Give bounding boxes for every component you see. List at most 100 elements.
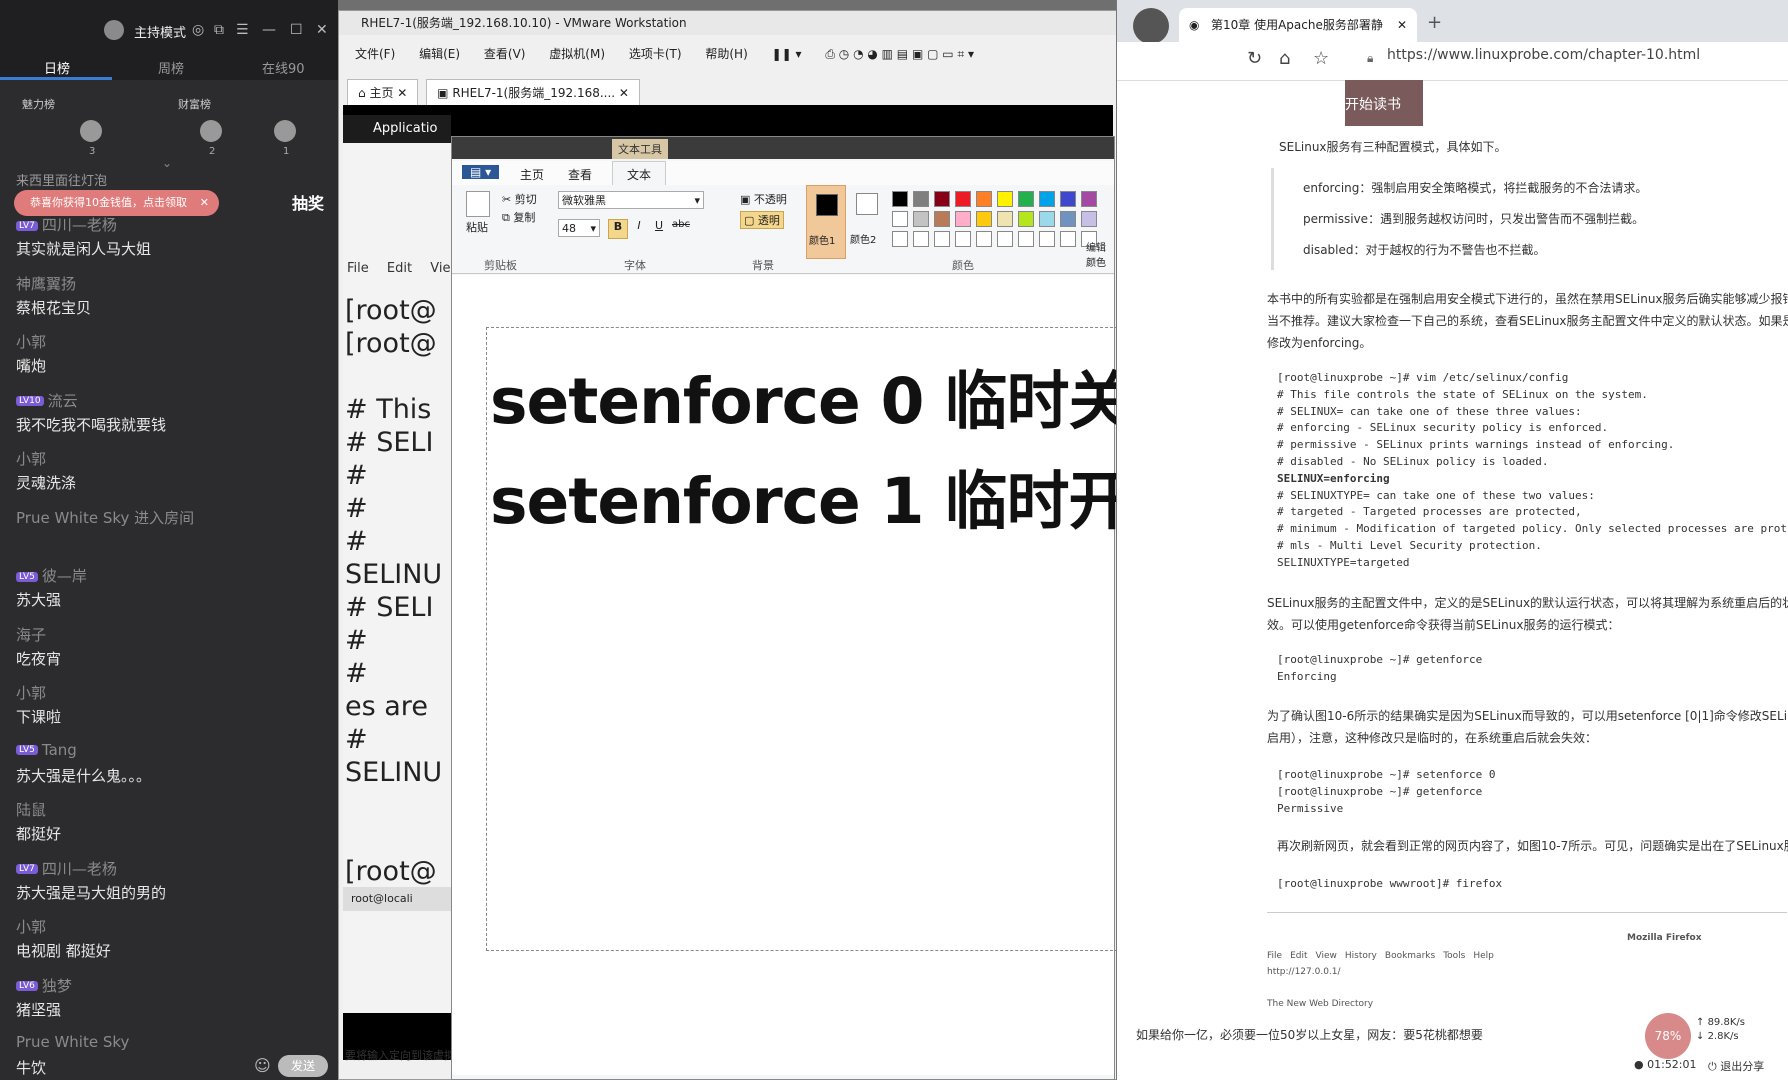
lock-icon[interactable]: 🔒︎ bbox=[1367, 51, 1373, 66]
rank-avatar-2[interactable] bbox=[200, 120, 222, 142]
tab-weekly[interactable]: 周榜 bbox=[158, 58, 184, 77]
author-name[interactable]: 海子 bbox=[16, 626, 46, 644]
paste-icon[interactable] bbox=[466, 191, 490, 217]
author-name[interactable]: 独梦 bbox=[42, 977, 72, 995]
color-swatch[interactable] bbox=[1018, 191, 1034, 207]
color-swatch[interactable] bbox=[976, 191, 992, 207]
pause-icon[interactable]: ❚❚ ▾ bbox=[772, 47, 802, 61]
cut-button[interactable]: ✂ 剪切 bbox=[502, 191, 537, 207]
color-swatch[interactable] bbox=[1018, 231, 1034, 247]
underline-button[interactable]: U bbox=[650, 219, 668, 237]
toast-close-icon[interactable]: ✕ bbox=[200, 190, 209, 216]
home-icon[interactable]: ⌂ bbox=[1279, 48, 1290, 69]
nav-item-5[interactable]: 技术干货 bbox=[1655, 94, 1711, 114]
rank-avatar-3[interactable] bbox=[80, 120, 102, 142]
gnome-applications-menu[interactable]: Applicatio bbox=[343, 115, 451, 143]
font-family-select[interactable]: 微软雅黑 ▾ bbox=[558, 191, 704, 209]
color-swatch[interactable] bbox=[1060, 211, 1076, 227]
color-swatch[interactable] bbox=[976, 231, 992, 247]
author-name[interactable]: 四川—老杨 bbox=[42, 216, 117, 234]
emoji-icon[interactable]: ☺ bbox=[254, 1056, 271, 1075]
author-name[interactable]: 彼—岸 bbox=[42, 567, 87, 585]
author-name[interactable]: 流云 bbox=[48, 392, 78, 410]
nav-item-6[interactable]: 投稿 bbox=[1739, 94, 1767, 114]
color-swatch[interactable] bbox=[997, 211, 1013, 227]
color1-button[interactable]: 颜色1 bbox=[806, 185, 846, 259]
profile-avatar[interactable] bbox=[1133, 8, 1169, 44]
share-icon[interactable]: ⧉ bbox=[214, 22, 224, 38]
collapse-chevron-icon[interactable]: ⌄ bbox=[162, 156, 172, 170]
nav-item-3[interactable]: Linux资讯 bbox=[1477, 94, 1543, 114]
bold-button[interactable]: B bbox=[608, 219, 628, 239]
exit-share-button[interactable]: ⏻ 退出分享 bbox=[1708, 1058, 1764, 1074]
color-swatch[interactable] bbox=[1060, 191, 1076, 207]
nav-item-2[interactable]: 下载 bbox=[1435, 94, 1463, 114]
file-menu-button[interactable]: ▤ ▾ bbox=[462, 165, 500, 179]
color-swatch[interactable] bbox=[976, 211, 992, 227]
close-icon[interactable]: ✕ bbox=[316, 22, 328, 38]
color-swatch[interactable] bbox=[1039, 191, 1055, 207]
color-swatch[interactable] bbox=[1060, 231, 1076, 247]
author-name[interactable]: 小郭 bbox=[16, 684, 46, 702]
color-swatch[interactable] bbox=[934, 231, 950, 247]
copy-button[interactable]: ⧉ 复制 bbox=[502, 209, 535, 225]
reload-icon[interactable]: ↻ bbox=[1247, 48, 1262, 69]
author-name[interactable]: 小郭 bbox=[16, 450, 46, 468]
author-name[interactable]: Prue White Sky 进入房间 bbox=[16, 509, 194, 527]
nav-item-4[interactable]: Linux书籍 bbox=[1567, 94, 1633, 114]
maximize-icon[interactable]: ☐ bbox=[290, 22, 303, 38]
transparent-button[interactable]: ▢ 透明 bbox=[740, 211, 784, 229]
author-name[interactable]: Tang bbox=[42, 741, 77, 759]
author-name[interactable]: 四川—老杨 bbox=[42, 860, 117, 878]
tab-home[interactable]: ⌂ 主页 ✕ bbox=[347, 79, 419, 105]
reward-toast[interactable]: 恭喜你获得10金钱值，点击领取 ✕ bbox=[14, 190, 219, 216]
settings-icon[interactable]: ◎ bbox=[192, 22, 204, 38]
color-swatch[interactable] bbox=[997, 231, 1013, 247]
color-swatch[interactable] bbox=[913, 211, 929, 227]
color-swatch[interactable] bbox=[934, 211, 950, 227]
color-swatch[interactable] bbox=[955, 211, 971, 227]
term-menu-view[interactable]: Vie bbox=[430, 261, 450, 276]
menu-view[interactable]: 查看(V) bbox=[484, 47, 526, 61]
menu-tabs[interactable]: 选项卡(T) bbox=[629, 47, 682, 61]
tab-online[interactable]: 在线90 bbox=[262, 58, 305, 77]
vm-taskbar-item[interactable]: root@locali bbox=[343, 887, 451, 911]
tab-rhel[interactable]: ▣ RHEL7-1(服务端_192.168.... ✕ bbox=[426, 79, 640, 105]
bookmark-star-icon[interactable]: ☆ bbox=[1313, 48, 1329, 69]
author-name[interactable]: 神鹰翼扬 bbox=[16, 275, 76, 293]
color-swatch[interactable] bbox=[1018, 211, 1034, 227]
lottery-button[interactable]: 抽奖 bbox=[286, 180, 330, 228]
rank-avatar-1[interactable] bbox=[274, 120, 296, 142]
color-swatch[interactable] bbox=[1081, 191, 1097, 207]
author-name[interactable]: 陆鼠 bbox=[16, 801, 46, 819]
term-menu-edit[interactable]: Edit bbox=[387, 261, 412, 276]
color-swatch[interactable] bbox=[913, 231, 929, 247]
paste-button[interactable]: 粘贴 bbox=[466, 219, 488, 235]
address-bar[interactable]: https://www.linuxprobe.com/chapter-10.ht… bbox=[1387, 47, 1700, 63]
text-tools-tab[interactable]: 文本工具 bbox=[612, 139, 668, 159]
tab-daily[interactable]: 日榜 bbox=[44, 58, 70, 77]
tab-close-icon[interactable]: ✕ bbox=[1397, 8, 1407, 42]
nav-item-0[interactable]: 网站首页 bbox=[1249, 94, 1305, 114]
color-swatch[interactable] bbox=[892, 191, 908, 207]
menu-icon[interactable]: ☰ bbox=[236, 22, 249, 38]
paint-canvas[interactable]: setenforce 0 临时关闭 setenforce 1 临时开启 bbox=[452, 275, 1193, 1075]
color2-button[interactable]: 颜色2 bbox=[850, 189, 884, 257]
term-menu-file[interactable]: File bbox=[347, 261, 369, 276]
font-size-select[interactable]: 48 ▾ bbox=[558, 219, 600, 237]
menu-edit[interactable]: 编辑(E) bbox=[419, 47, 460, 61]
color-swatch[interactable] bbox=[934, 191, 950, 207]
color-swatch[interactable] bbox=[955, 231, 971, 247]
tab-view[interactable]: 查看 bbox=[568, 166, 592, 183]
color-swatch[interactable] bbox=[955, 191, 971, 207]
color-swatch[interactable] bbox=[892, 211, 908, 227]
color-swatch[interactable] bbox=[892, 231, 908, 247]
color-swatch[interactable] bbox=[1039, 211, 1055, 227]
color-swatch[interactable] bbox=[1081, 211, 1097, 227]
color-swatch[interactable] bbox=[1039, 231, 1055, 247]
nav-item-1[interactable]: 开始读书 bbox=[1345, 94, 1401, 114]
edit-colors-button[interactable]: 编辑颜色 bbox=[1086, 239, 1114, 269]
menu-help[interactable]: 帮助(H) bbox=[705, 47, 747, 61]
new-tab-icon[interactable]: + bbox=[1427, 12, 1442, 33]
strikethrough-button[interactable]: abc bbox=[670, 219, 692, 237]
